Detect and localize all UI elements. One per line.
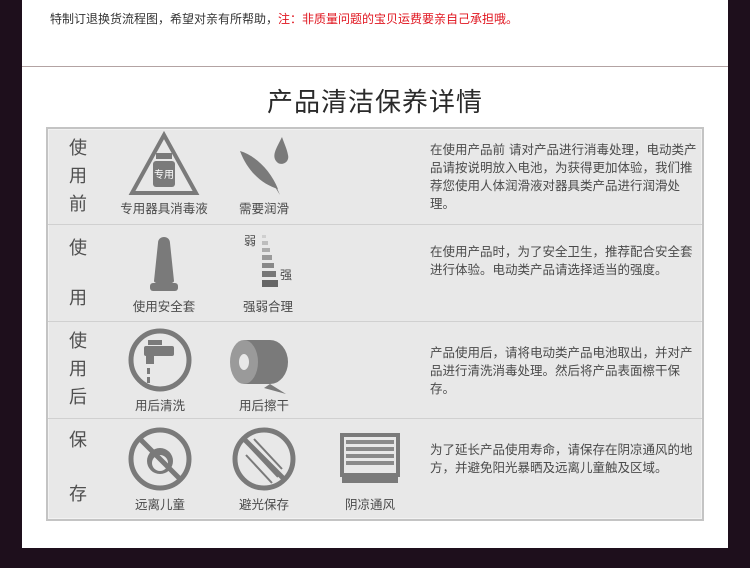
row-description: 在使用产品时，为了安全卫生，推荐配合安全套进行体验。电动类产品请选择适当的强度。 <box>430 244 693 277</box>
row-before-use: 使 用 前 专用 专用器具消毒液 需要润滑 在使用产品前 请对产品进行消毒处理，… <box>48 129 702 225</box>
care-panel: 使 用 前 专用 专用器具消毒液 需要润滑 在使用产品前 请对产品进行消毒处理，… <box>46 127 704 521</box>
row-storage: 保 存 远离儿童 避光保存 阴凉通风 为了延长产品使用寿命，请保存在阴凉通风的地… <box>48 419 702 519</box>
care-item: 专用 专用器具消毒液 <box>114 129 214 223</box>
intensity-meter-icon: 弱 强 <box>244 234 292 287</box>
caption-dry: 用后擦干 <box>238 398 289 413</box>
row-label-char: 存 <box>69 484 87 505</box>
row-during-use: 使 用 使用安全套 弱 强 强弱合理 在使用产品时，为了安全卫生，推荐配合安全套… <box>48 225 702 322</box>
row-description: 产品使用后，请将电动类产品电池取出，并对产品进行清洗消毒处理。然后将产品表面檫干… <box>430 345 693 396</box>
caption-rinse: 用后清洗 <box>134 398 185 413</box>
faucet-icon <box>128 328 192 392</box>
row-label-after-use: 使 用 后 <box>68 332 88 408</box>
care-item: 避光保存 <box>214 425 314 519</box>
care-item: 用后擦干 <box>214 326 314 420</box>
row-description: 在使用产品前 请对产品进行消毒处理，电动类产品请按说明放入电池，为获得更加体验，… <box>430 142 697 211</box>
care-item: 用后清洗 <box>110 326 210 420</box>
row-label-storage: 保 存 <box>68 431 88 505</box>
row-after-use: 使 用 后 用后清洗 用后擦干 产品使用后，请将电动类产品电池取出，并对产品进行… <box>48 322 702 419</box>
row-description: 为了延长产品使用寿命，请保存在阴凉通风的地方，并避免阳光暴晒及远离儿童触及区域。 <box>430 442 693 475</box>
no-children-icon <box>128 427 192 491</box>
page-title: 产品清洁保养详情 <box>266 88 483 118</box>
disinfectant-bottle-icon: 专用 <box>128 130 200 195</box>
caption-away-from-children: 远离儿童 <box>134 497 185 512</box>
divider-line <box>22 66 728 67</box>
caption-lubricate: 需要润滑 <box>238 201 289 216</box>
strong-label: 强 <box>280 268 292 282</box>
condom-icon <box>150 237 178 291</box>
weak-label: 弱 <box>244 234 256 248</box>
caption-avoid-light: 避光保存 <box>238 497 289 512</box>
row-label-char: 保 <box>69 430 87 451</box>
no-sunlight-icon <box>232 427 296 491</box>
page-sheet: 特制订退换货流程图，希望对亲有所帮助，注：非质量问题的宝贝运费要亲自己承担哦。 … <box>22 0 728 548</box>
caption-condom: 使用安全套 <box>132 299 196 314</box>
row-label-char: 前 <box>69 194 87 215</box>
tissue-roll-icon <box>230 340 288 394</box>
bottom-band <box>0 548 750 568</box>
care-item: 远离儿童 <box>110 425 210 519</box>
row-label-char: 使 <box>69 138 87 159</box>
bottle-label: 专用 <box>154 168 174 181</box>
row-label-char: 使 <box>69 238 87 259</box>
notice-shipping-note: 注：非质量问题的宝贝运费要亲自己承担哦。 <box>278 12 519 26</box>
care-item: 阴凉通风 <box>320 425 420 519</box>
care-item: 需要润滑 <box>214 129 314 223</box>
caption-intensity: 强弱合理 <box>242 299 293 314</box>
row-label-during-use: 使 用 <box>68 239 88 309</box>
return-policy-notice: 特制订退换货流程图，希望对亲有所帮助，注：非质量问题的宝贝运费要亲自己承担哦。 <box>50 10 518 27</box>
notice-text: 特制订退换货流程图，希望对亲有所帮助， <box>50 12 279 26</box>
caption-cool-ventilated: 阴凉通风 <box>344 497 395 512</box>
row-label-char: 用 <box>69 166 87 187</box>
row-label-char: 使 <box>69 331 87 352</box>
row-label-char: 用 <box>69 359 87 380</box>
lubricant-drop-icon <box>240 137 289 195</box>
care-item: 弱 强 强弱合理 <box>218 227 318 321</box>
row-label-char: 用 <box>69 288 87 309</box>
care-item: 使用安全套 <box>114 227 214 321</box>
row-label-before-use: 使 用 前 <box>68 139 88 215</box>
caption-disinfectant: 专用器具消毒液 <box>120 201 208 216</box>
ventilation-icon <box>340 433 400 483</box>
row-label-char: 后 <box>69 387 87 408</box>
